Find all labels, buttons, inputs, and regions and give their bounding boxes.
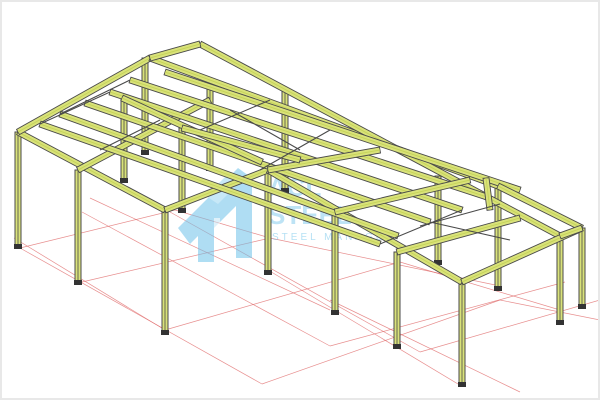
base-plate [141, 150, 149, 155]
base-plate [120, 178, 128, 183]
steel-column [458, 281, 466, 387]
beam-web [149, 43, 201, 59]
base-plate [74, 280, 82, 285]
grid-line [19, 209, 176, 249]
beam-web [396, 217, 521, 253]
steel-column [578, 227, 586, 309]
grid-line [329, 299, 521, 393]
grid-line [164, 261, 401, 331]
base-plate [494, 286, 502, 291]
base-plate [161, 330, 169, 335]
steel-beam [395, 214, 522, 256]
steel-beam [148, 40, 202, 62]
grid-line [329, 281, 566, 347]
base-plate [458, 382, 466, 387]
steel-column [161, 209, 169, 335]
grid-line [13, 237, 166, 331]
base-plate [178, 208, 186, 213]
steel-column [14, 131, 22, 249]
base-plate [393, 344, 401, 349]
base-plate [578, 304, 586, 309]
base-plate [264, 270, 272, 275]
steel-column [74, 169, 82, 285]
grid-line [267, 269, 459, 385]
base-plate [556, 320, 564, 325]
cad-viewport[interactable]: ACL STEEL STEEL MANAGER [0, 0, 600, 400]
steel-frame-model[interactable]: ACL STEEL STEEL MANAGER [0, 0, 600, 400]
steel-column [393, 251, 401, 349]
steel-column [556, 239, 564, 325]
grid-line [399, 261, 561, 311]
base-plate [331, 310, 339, 315]
grid-line [419, 299, 600, 353]
base-plate [14, 244, 22, 249]
